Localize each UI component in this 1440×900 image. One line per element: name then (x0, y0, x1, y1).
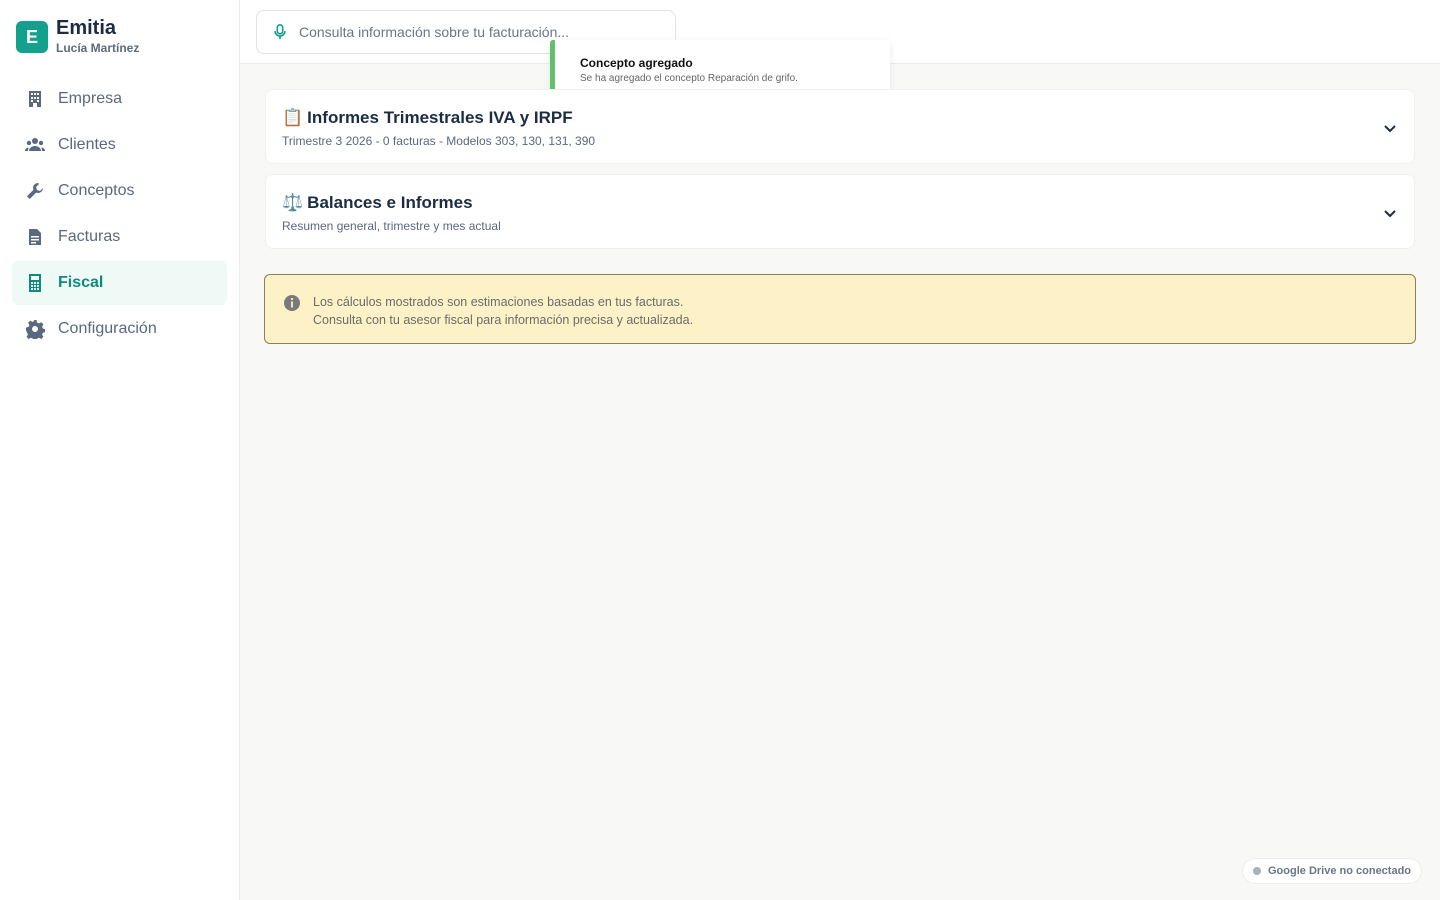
info-icon (284, 295, 300, 311)
sidebar-item-fiscal[interactable]: Fiscal (12, 261, 227, 305)
sidebar-item-configuracion[interactable]: Configuración (12, 307, 227, 351)
sidebar-item-label: Conceptos (58, 182, 135, 199)
drive-status-badge[interactable]: Google Drive no conectado (1242, 858, 1423, 884)
brand-logo: E (16, 21, 48, 53)
users-icon (24, 134, 46, 156)
section-subtitle: Trimestre 3 2026 - 0 facturas - Modelos … (282, 134, 596, 148)
section-balances[interactable]: ⚖️ Balances e Informes Resumen general, … (265, 174, 1415, 249)
disclaimer-notice: Los cálculos mostrados son estimaciones … (264, 274, 1416, 344)
brand: E Emitia Lucía Martínez (16, 17, 139, 55)
sidebar-item-conceptos[interactable]: Conceptos (12, 169, 227, 213)
sidebar: E Emitia Lucía Martínez Empresa Clientes… (0, 0, 240, 900)
notice-line-1: Los cálculos mostrados son estimaciones … (313, 295, 684, 309)
toast-message: Se ha agregado el concepto Reparación de… (580, 73, 798, 84)
sidebar-item-label: Empresa (58, 90, 123, 107)
scales-icon: ⚖️ (282, 193, 304, 212)
sidebar-item-label: Clientes (58, 136, 116, 153)
section-title: Informes Trimestrales IVA y IRPF (307, 108, 573, 127)
sidebar-item-clientes[interactable]: Clientes (12, 123, 227, 167)
gear-icon (24, 318, 46, 340)
sidebar-item-label: Fiscal (58, 274, 104, 291)
user-name: Lucía Martínez (56, 41, 140, 55)
section-subtitle: Resumen general, trimestre y mes actual (282, 219, 501, 233)
notice-line-2: Consulta con tu asesor fiscal para infor… (313, 313, 694, 327)
document-icon (24, 226, 46, 248)
toast-title: Concepto agregado (580, 56, 693, 70)
brand-name: Emitia (56, 17, 117, 39)
building-icon (24, 88, 46, 110)
microphone-icon[interactable] (271, 23, 289, 41)
section-quarterly-reports[interactable]: 📋 Informes Trimestrales IVA y IRPF Trime… (265, 89, 1415, 164)
chevron-down-icon[interactable] (1382, 205, 1398, 221)
chevron-down-icon[interactable] (1382, 120, 1398, 136)
sidebar-item-label: Configuración (58, 320, 157, 337)
sidebar-item-empresa[interactable]: Empresa (12, 77, 227, 121)
wrench-icon (24, 180, 46, 202)
drive-status-label: Google Drive no conectado (1268, 865, 1412, 877)
search-input[interactable] (299, 24, 659, 40)
section-title: Balances e Informes (307, 193, 473, 212)
sidebar-nav: Empresa Clientes Conceptos Facturas Fisc… (12, 77, 227, 353)
sidebar-item-label: Facturas (58, 228, 121, 245)
status-dot-icon (1253, 867, 1261, 875)
clipboard-icon: 📋 (282, 108, 304, 127)
sidebar-item-facturas[interactable]: Facturas (12, 215, 227, 259)
calculator-icon (24, 272, 46, 294)
